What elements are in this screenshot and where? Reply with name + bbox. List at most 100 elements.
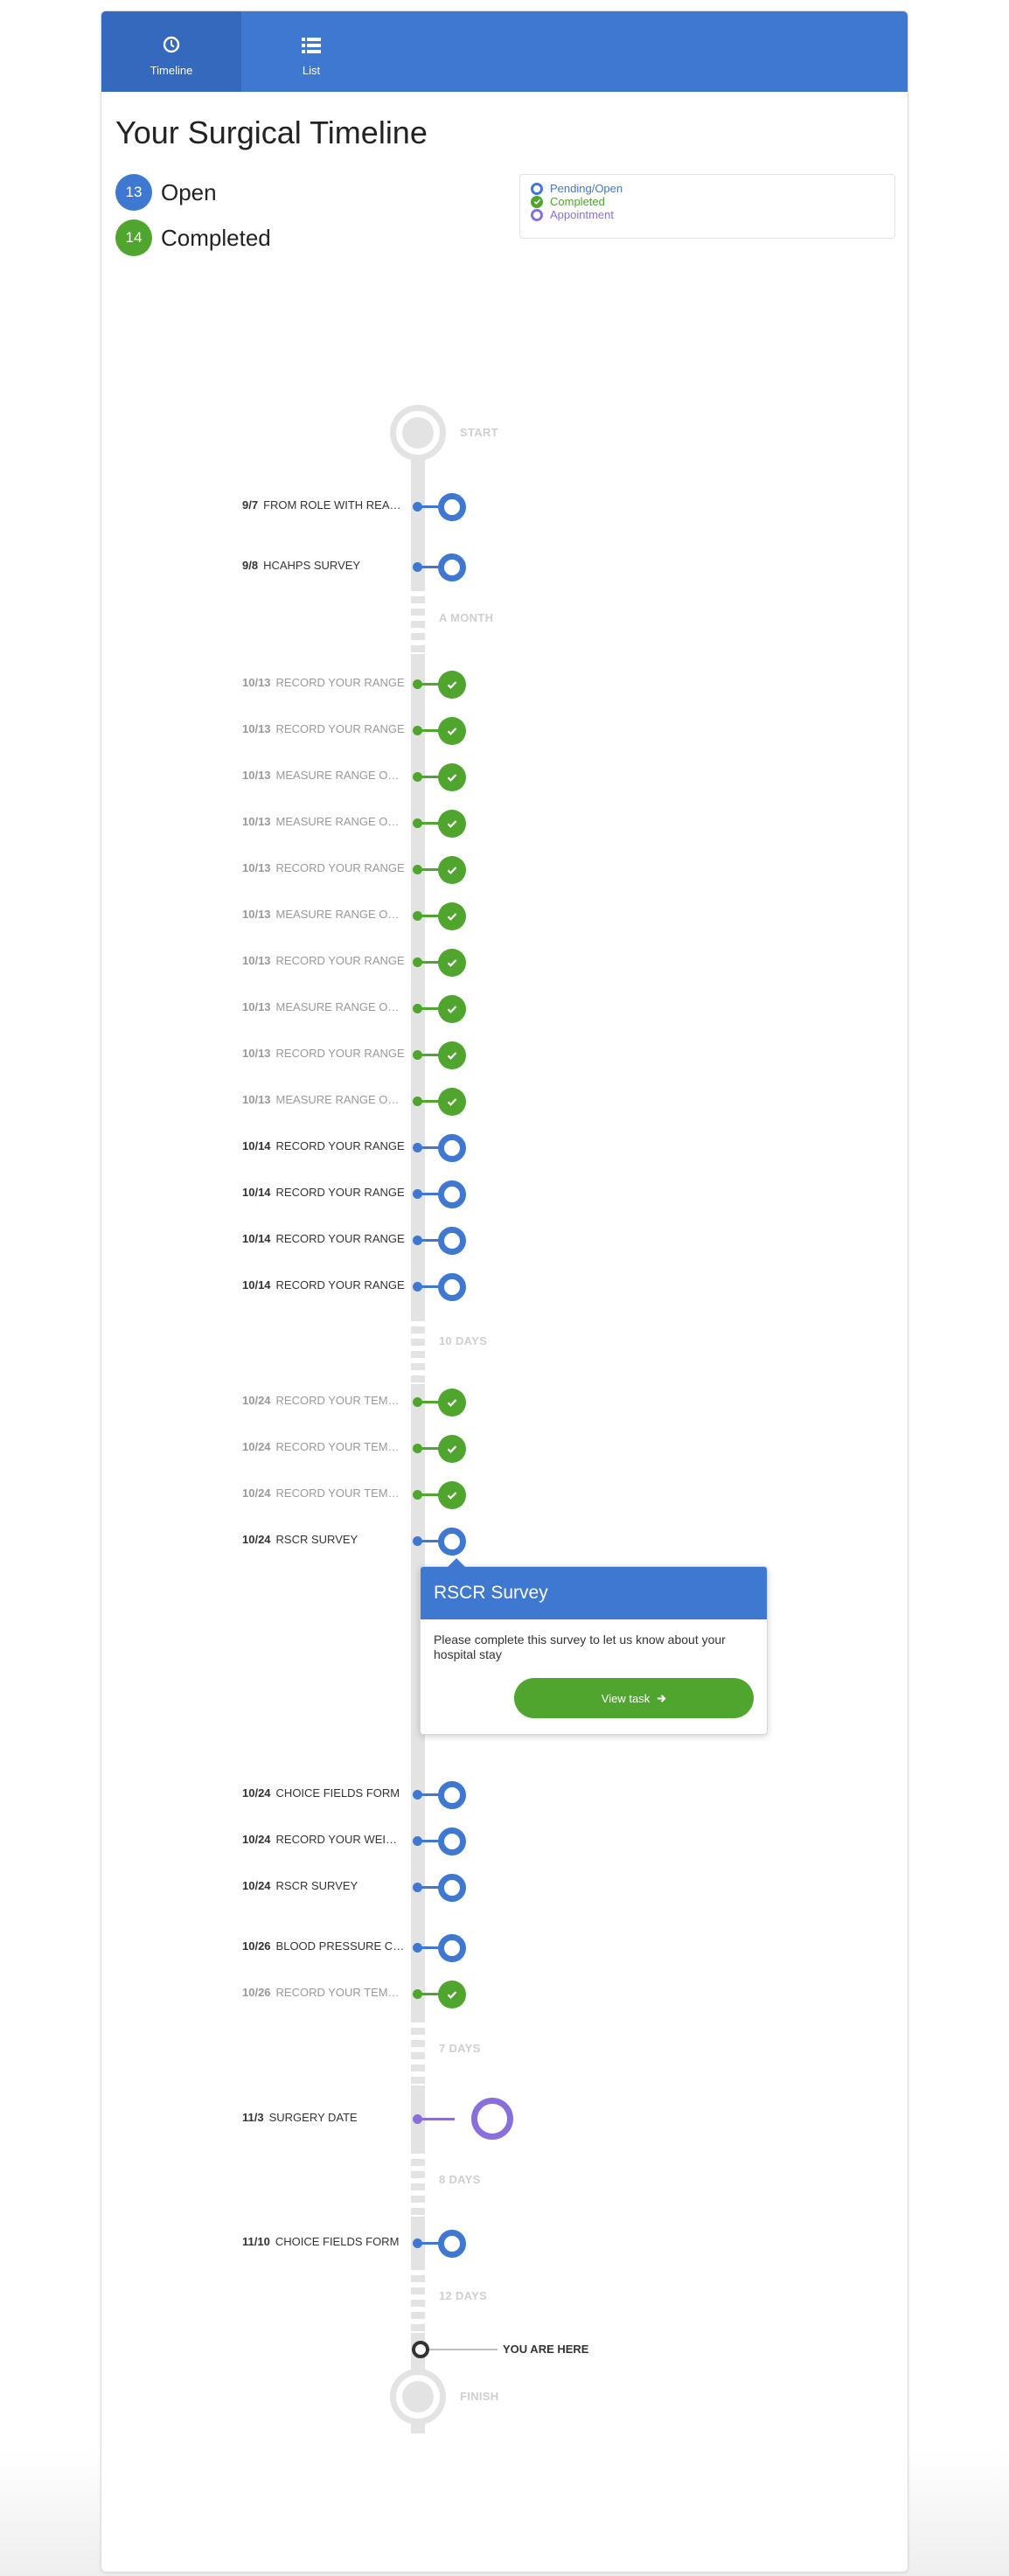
event-label[interactable]: 10/13 RECORD YOUR RANGE: [242, 954, 405, 967]
check-circle-icon[interactable]: [438, 1435, 466, 1463]
event-date: 10/13: [242, 1047, 271, 1060]
event-label[interactable]: 11/10 CHOICE FIELDS FORM: [242, 2235, 405, 2248]
timeline-event[interactable]: 11/3 SURGERY DATE: [101, 2098, 908, 2140]
timeline-event[interactable]: 10/24 RSCR SURVEY: [101, 1871, 908, 1903]
timeline-event[interactable]: 10/13 RECORD YOUR RANGE: [101, 714, 908, 746]
event-title: RECORD YOUR RANGE: [275, 1186, 405, 1199]
event-date: 9/7: [242, 498, 259, 512]
event-title: RECORD YOUR RANGE: [275, 954, 405, 967]
timeline-event[interactable]: 10/13 RECORD YOUR RANGE: [101, 668, 908, 700]
timeline-event[interactable]: 10/13 MEASURE RANGE OF MOTION: [101, 807, 908, 839]
event-label[interactable]: 10/24 RECORD YOUR TEMPERATURE: [242, 1486, 405, 1500]
event-date: 10/13: [242, 722, 271, 735]
event-title: RECORD YOUR RANGE: [275, 1047, 405, 1060]
rail-gap: [411, 584, 425, 654]
event-date: 10/26: [242, 1939, 271, 1953]
open-ring-icon[interactable]: [438, 2230, 466, 2258]
timeline-event[interactable]: 11/10 CHOICE FIELDS FORM: [101, 2227, 908, 2259]
current-position-icon: [412, 2341, 429, 2358]
event-date: 10/13: [242, 861, 271, 874]
start-marker: [390, 405, 446, 461]
check-circle-icon[interactable]: [438, 856, 466, 884]
event-label[interactable]: 10/24 RSCR SURVEY: [242, 1879, 405, 1892]
check-circle-icon[interactable]: [438, 763, 466, 791]
event-label[interactable]: 10/14 RECORD YOUR RANGE: [242, 1186, 405, 1199]
timeline-event[interactable]: 10/24 RECORD YOUR TEMPERATURE: [101, 1432, 908, 1464]
appointment-ring-icon[interactable]: [471, 2098, 513, 2140]
timeline-event[interactable]: 9/7 FROM ROLE WITH REACH: [101, 491, 908, 522]
timeline-event[interactable]: 10/26 BLOOD PRESSURE CHECK: [101, 1932, 908, 1963]
view-task-button[interactable]: View task: [514, 1678, 754, 1718]
open-ring-icon[interactable]: [438, 1528, 466, 1556]
open-ring-icon[interactable]: [438, 493, 466, 521]
event-label[interactable]: 10/26 BLOOD PRESSURE CHECK: [242, 1939, 405, 1953]
event-label[interactable]: 10/24 CHOICE FIELDS FORM: [242, 1786, 405, 1800]
timeline-event[interactable]: 10/14 RECORD YOUR RANGE: [101, 1224, 908, 1256]
timeline-event[interactable]: 10/13 MEASURE RANGE OF MOTION: [101, 992, 908, 1024]
timeline-event[interactable]: 10/24 RSCR SURVEY: [101, 1525, 908, 1556]
event-title: RSCR SURVEY: [275, 1533, 358, 1546]
timeline-event[interactable]: 10/24 RECORD YOUR WEIGHT: [101, 1825, 908, 1856]
check-circle-icon[interactable]: [438, 1389, 466, 1417]
timeline-event[interactable]: 10/14 RECORD YOUR RANGE: [101, 1271, 908, 1302]
event-label[interactable]: 10/14 RECORD YOUR RANGE: [242, 1278, 405, 1291]
check-circle-icon[interactable]: [438, 810, 466, 838]
timeline-event[interactable]: 10/13 MEASURE RANGE OF MOTION: [101, 900, 908, 931]
event-label[interactable]: 11/3 SURGERY DATE: [242, 2111, 405, 2124]
event-title: HCAHPS SURVEY: [263, 559, 361, 572]
event-label[interactable]: 10/13 MEASURE RANGE OF MOTION: [242, 1000, 405, 1013]
timeline-event[interactable]: 9/8 HCAHPS SURVEY: [101, 551, 908, 582]
open-ring-icon[interactable]: [438, 1273, 466, 1301]
timeline-event[interactable]: 10/13 RECORD YOUR RANGE: [101, 853, 908, 885]
timeline-event[interactable]: 10/24 RECORD YOUR TEMPERATURE: [101, 1479, 908, 1510]
open-ring-icon[interactable]: [438, 1134, 466, 1162]
timeline-event[interactable]: 10/14 RECORD YOUR RANGE: [101, 1178, 908, 1209]
event-label[interactable]: 10/13 MEASURE RANGE OF MOTION: [242, 769, 405, 782]
check-circle-icon[interactable]: [438, 671, 466, 699]
check-circle-icon[interactable]: [438, 1041, 466, 1069]
open-ring-icon[interactable]: [438, 1227, 466, 1255]
timeline-event[interactable]: 10/13 RECORD YOUR RANGE: [101, 946, 908, 978]
check-circle-icon[interactable]: [438, 1981, 466, 2009]
event-label[interactable]: 10/13 MEASURE RANGE OF MOTION: [242, 1093, 405, 1106]
event-label[interactable]: 10/13 RECORD YOUR RANGE: [242, 861, 405, 874]
check-circle-icon[interactable]: [438, 1481, 466, 1509]
check-circle-icon[interactable]: [438, 949, 466, 977]
event-label[interactable]: 10/13 RECORD YOUR RANGE: [242, 722, 405, 735]
event-label[interactable]: 10/26 RECORD YOUR TEMPERATURE: [242, 1986, 405, 1999]
timeline-event[interactable]: 10/24 RECORD YOUR TEMPERATURE: [101, 1386, 908, 1417]
finish-marker: [390, 2369, 446, 2425]
event-label[interactable]: 10/24 RECORD YOUR TEMPERATURE: [242, 1440, 405, 1453]
popup-title: RSCR Survey: [421, 1567, 767, 1619]
event-label[interactable]: 10/14 RECORD YOUR RANGE: [242, 1139, 405, 1152]
event-label[interactable]: 9/7 FROM ROLE WITH REACH: [242, 498, 405, 512]
open-ring-icon[interactable]: [438, 553, 466, 581]
timeline-event[interactable]: 10/13 MEASURE RANGE OF MOTION: [101, 1085, 908, 1117]
event-label[interactable]: 10/13 MEASURE RANGE OF MOTION: [242, 815, 405, 828]
open-ring-icon[interactable]: [438, 1934, 466, 1962]
event-label[interactable]: 10/24 RECORD YOUR TEMPERATURE: [242, 1394, 405, 1407]
event-title: RECORD YOUR TEMPERATURE: [275, 1986, 405, 1999]
event-label[interactable]: 10/13 MEASURE RANGE OF MOTION: [242, 908, 405, 921]
check-circle-icon[interactable]: [438, 717, 466, 745]
timeline-event[interactable]: 10/13 RECORD YOUR RANGE: [101, 1039, 908, 1070]
event-label[interactable]: 10/13 RECORD YOUR RANGE: [242, 676, 405, 689]
check-circle-icon[interactable]: [438, 902, 466, 930]
event-label[interactable]: 10/13 RECORD YOUR RANGE: [242, 1047, 405, 1060]
open-ring-icon[interactable]: [438, 1828, 466, 1855]
event-label[interactable]: 10/24 RECORD YOUR WEIGHT: [242, 1833, 405, 1846]
event-label[interactable]: 10/24 RSCR SURVEY: [242, 1533, 405, 1546]
event-title: RECORD YOUR RANGE: [275, 722, 405, 735]
event-label[interactable]: 9/8 HCAHPS SURVEY: [242, 559, 405, 572]
check-circle-icon[interactable]: [438, 995, 466, 1023]
open-ring-icon[interactable]: [438, 1781, 466, 1809]
check-circle-icon[interactable]: [438, 1088, 466, 1116]
open-ring-icon[interactable]: [438, 1180, 466, 1208]
event-title: CHOICE FIELDS FORM: [275, 1786, 400, 1800]
timeline-event[interactable]: 10/13 MEASURE RANGE OF MOTION: [101, 761, 908, 792]
open-ring-icon[interactable]: [438, 1874, 466, 1902]
event-label[interactable]: 10/14 RECORD YOUR RANGE: [242, 1232, 405, 1245]
timeline-event[interactable]: 10/24 CHOICE FIELDS FORM: [101, 1779, 908, 1810]
timeline-event[interactable]: 10/14 RECORD YOUR RANGE: [101, 1131, 908, 1163]
timeline-event[interactable]: 10/26 RECORD YOUR TEMPERATURE: [101, 1978, 908, 2009]
